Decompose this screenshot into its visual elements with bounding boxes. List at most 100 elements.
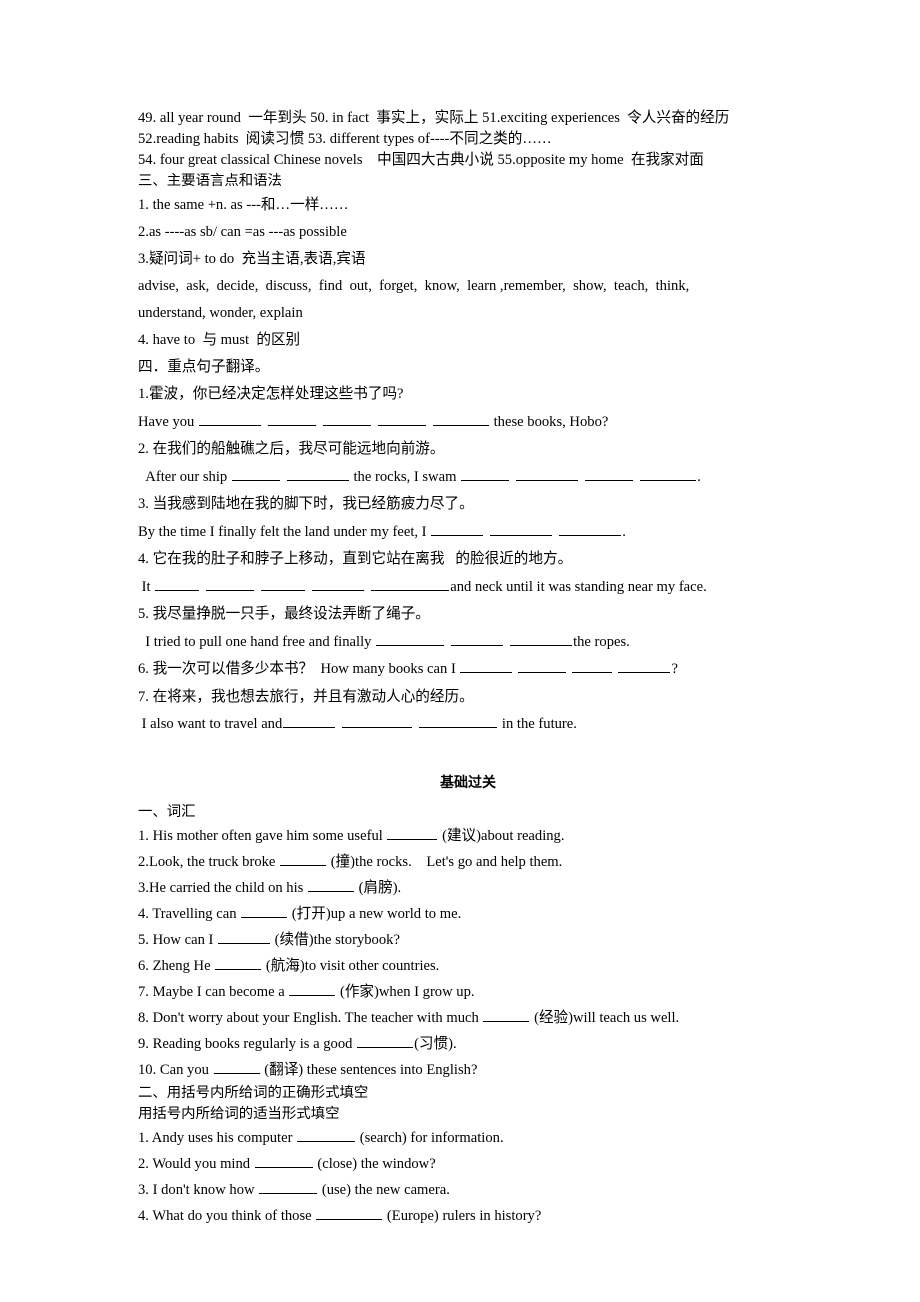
static-text: 5. 我尽量挣脱一只手，最终设法弄断了绳子。	[138, 606, 430, 622]
translation-english-answer-line: After our ship the rocks, I swam .	[138, 464, 798, 492]
answer-blank[interactable]	[518, 659, 567, 673]
static-text: the rocks, I swam	[349, 468, 461, 485]
answer-blank[interactable]	[213, 1060, 260, 1074]
translation-chinese-prompt: 5. 我尽量挣脱一只手，最终设法弄断了绳子。	[138, 601, 798, 629]
answer-blank[interactable]	[261, 576, 306, 591]
forms-item: 3. I don't know how (use) the new camera…	[138, 1177, 798, 1203]
phrase-line-2: 52.reading habits 阅读习惯 53. different typ…	[138, 131, 552, 147]
answer-blank[interactable]	[460, 659, 513, 673]
static-text: (经验)will teach us well.	[530, 1010, 680, 1026]
static-text: How many books can I	[313, 661, 460, 677]
grammar-item-4: 4. have to 与 must 的区别	[138, 332, 301, 348]
answer-blank[interactable]	[387, 826, 438, 840]
forms-item: 1. Andy uses his computer (search) for i…	[138, 1125, 798, 1151]
translation-english-answer-line: Have you these books, Hobo?	[138, 409, 798, 437]
forms-heading: 二、用括号内所给词的正确形式填空	[138, 1085, 369, 1101]
grammar-section: 三、主要语言点和语法 1. the same +n. as ---和…一样…… …	[138, 171, 798, 354]
vocabulary-item: 5. How can I (续借)the storybook?	[138, 927, 798, 953]
answer-blank[interactable]	[585, 466, 634, 481]
heading-spacer	[138, 794, 798, 802]
answer-blank[interactable]	[289, 982, 336, 996]
static-text: 8. Don't worry about your English. The t…	[138, 1010, 483, 1026]
answer-blank[interactable]	[432, 411, 489, 426]
answer-blank[interactable]	[431, 521, 484, 536]
translation-items: 1.霍波，你已经决定怎样处理这些书了吗? Have you these books…	[138, 381, 798, 739]
answer-blank[interactable]	[322, 411, 371, 426]
answer-blank[interactable]	[516, 466, 579, 481]
vocabulary-section: 一、词汇 1. His mother often gave him some u…	[138, 802, 798, 1083]
static-text: Have you	[138, 413, 198, 430]
answer-blank[interactable]	[231, 466, 280, 481]
answer-blank[interactable]	[283, 714, 336, 728]
answer-blank[interactable]	[198, 411, 261, 426]
answer-blank[interactable]	[357, 1034, 414, 1048]
answer-blank[interactable]	[215, 956, 262, 970]
phrase-line-3: 54. four great classical Chinese novels …	[138, 152, 704, 168]
forms-section: 二、用括号内所给词的正确形式填空 用括号内所给词的适当形式填空 1. Andy …	[138, 1083, 798, 1229]
translation-chinese-prompt: 3. 当我感到陆地在我的脚下时，我已经筋疲力尽了。	[138, 491, 798, 519]
translation-english-answer-line: By the time I finally felt the land unde…	[138, 519, 798, 547]
static-text: (航海)to visit other countries.	[262, 958, 440, 974]
answer-blank[interactable]	[312, 576, 365, 591]
answer-blank[interactable]	[286, 466, 349, 481]
answer-blank[interactable]	[419, 714, 498, 728]
translation-chinese-prompt: 2. 在我们的船触礁之后，我尽可能远地向前游。	[138, 436, 798, 464]
answer-blank[interactable]	[559, 521, 622, 536]
static-text: 6. 我一次可以借多少本书？	[138, 661, 314, 677]
static-text: 1. Andy uses his computer	[138, 1130, 297, 1146]
vocabulary-item: 10. Can you (翻译) these sentences into En…	[138, 1057, 798, 1083]
answer-blank[interactable]	[155, 576, 200, 591]
answer-blank[interactable]	[308, 878, 354, 892]
static-text: 4. What do you think of those	[138, 1208, 316, 1224]
answer-blank[interactable]	[490, 521, 553, 536]
forms-item: 4. What do you think of those (Europe) r…	[138, 1203, 798, 1229]
static-text: 7. Maybe I can become a	[138, 984, 289, 1000]
worksheet-page: 49. all year round 一年到头 50. in fact 事实上，…	[138, 108, 798, 1229]
answer-blank[interactable]	[618, 659, 671, 673]
static-text: the ropes.	[573, 633, 630, 650]
phrases-section: 49. all year round 一年到头 50. in fact 事实上，…	[138, 108, 798, 171]
answer-blank[interactable]	[259, 1180, 318, 1194]
answer-blank[interactable]	[206, 576, 255, 591]
grammar-item-3: 3.疑问词+ to do 充当主语,表语,宾语	[138, 251, 366, 267]
vocabulary-item: 6. Zheng He (航海)to visit other countries…	[138, 953, 798, 979]
answer-blank[interactable]	[342, 714, 413, 728]
answer-blank[interactable]	[297, 1128, 356, 1142]
static-text: 3.He carried the child on his	[138, 880, 307, 896]
static-text: (习惯).	[414, 1036, 457, 1052]
answer-blank[interactable]	[640, 466, 697, 481]
answer-blank[interactable]	[218, 930, 271, 944]
answer-blank[interactable]	[451, 631, 504, 646]
static-text: By the time I finally felt the land unde…	[138, 523, 431, 540]
answer-blank[interactable]	[316, 1206, 383, 1220]
vocabulary-item: 7. Maybe I can become a (作家)when I grow …	[138, 979, 798, 1005]
answer-blank[interactable]	[254, 1154, 313, 1168]
answer-blank[interactable]	[376, 631, 445, 646]
translation-english-answer-line: I tried to pull one hand free and finall…	[138, 629, 798, 657]
vocabulary-item: 4. Travelling can (打开)up a new world to …	[138, 901, 798, 927]
answer-blank[interactable]	[241, 904, 288, 918]
answer-blank[interactable]	[267, 411, 316, 426]
answer-blank[interactable]	[510, 631, 573, 646]
translation-heading: 四．重点句子翻译。	[138, 359, 270, 375]
static-text: (use) the new camera.	[318, 1182, 450, 1198]
answer-blank[interactable]	[461, 466, 510, 481]
phrase-line-1: 49. all year round 一年到头 50. in fact 事实上，…	[138, 110, 730, 126]
translation-section: 四．重点句子翻译。 1.霍波，你已经决定怎样处理这些书了吗? Have you t…	[138, 354, 798, 739]
answer-blank[interactable]	[371, 576, 450, 591]
static-text: 9. Reading books regularly is a good	[138, 1036, 357, 1052]
answer-blank[interactable]	[377, 411, 426, 426]
translation-english-answer-line: It and neck until it was standing near m…	[138, 574, 798, 602]
answer-blank[interactable]	[572, 659, 613, 673]
answer-blank[interactable]	[280, 852, 327, 866]
translation-chinese-prompt: 7. 在将来，我也想去旅行，并且有激动人心的经历。	[138, 684, 798, 712]
vocabulary-items: 1. His mother often gave him some useful…	[138, 823, 798, 1083]
grammar-heading: 三、主要语言点和语法	[138, 173, 282, 189]
static-text: 5. How can I	[138, 932, 218, 948]
static-text: (撞)the rocks. Let's go and help them.	[327, 854, 563, 870]
answer-blank[interactable]	[483, 1008, 530, 1022]
static-text: (search) for information.	[356, 1130, 504, 1146]
static-text: .	[697, 468, 701, 485]
vocabulary-item: 9. Reading books regularly is a good (习惯…	[138, 1031, 798, 1057]
